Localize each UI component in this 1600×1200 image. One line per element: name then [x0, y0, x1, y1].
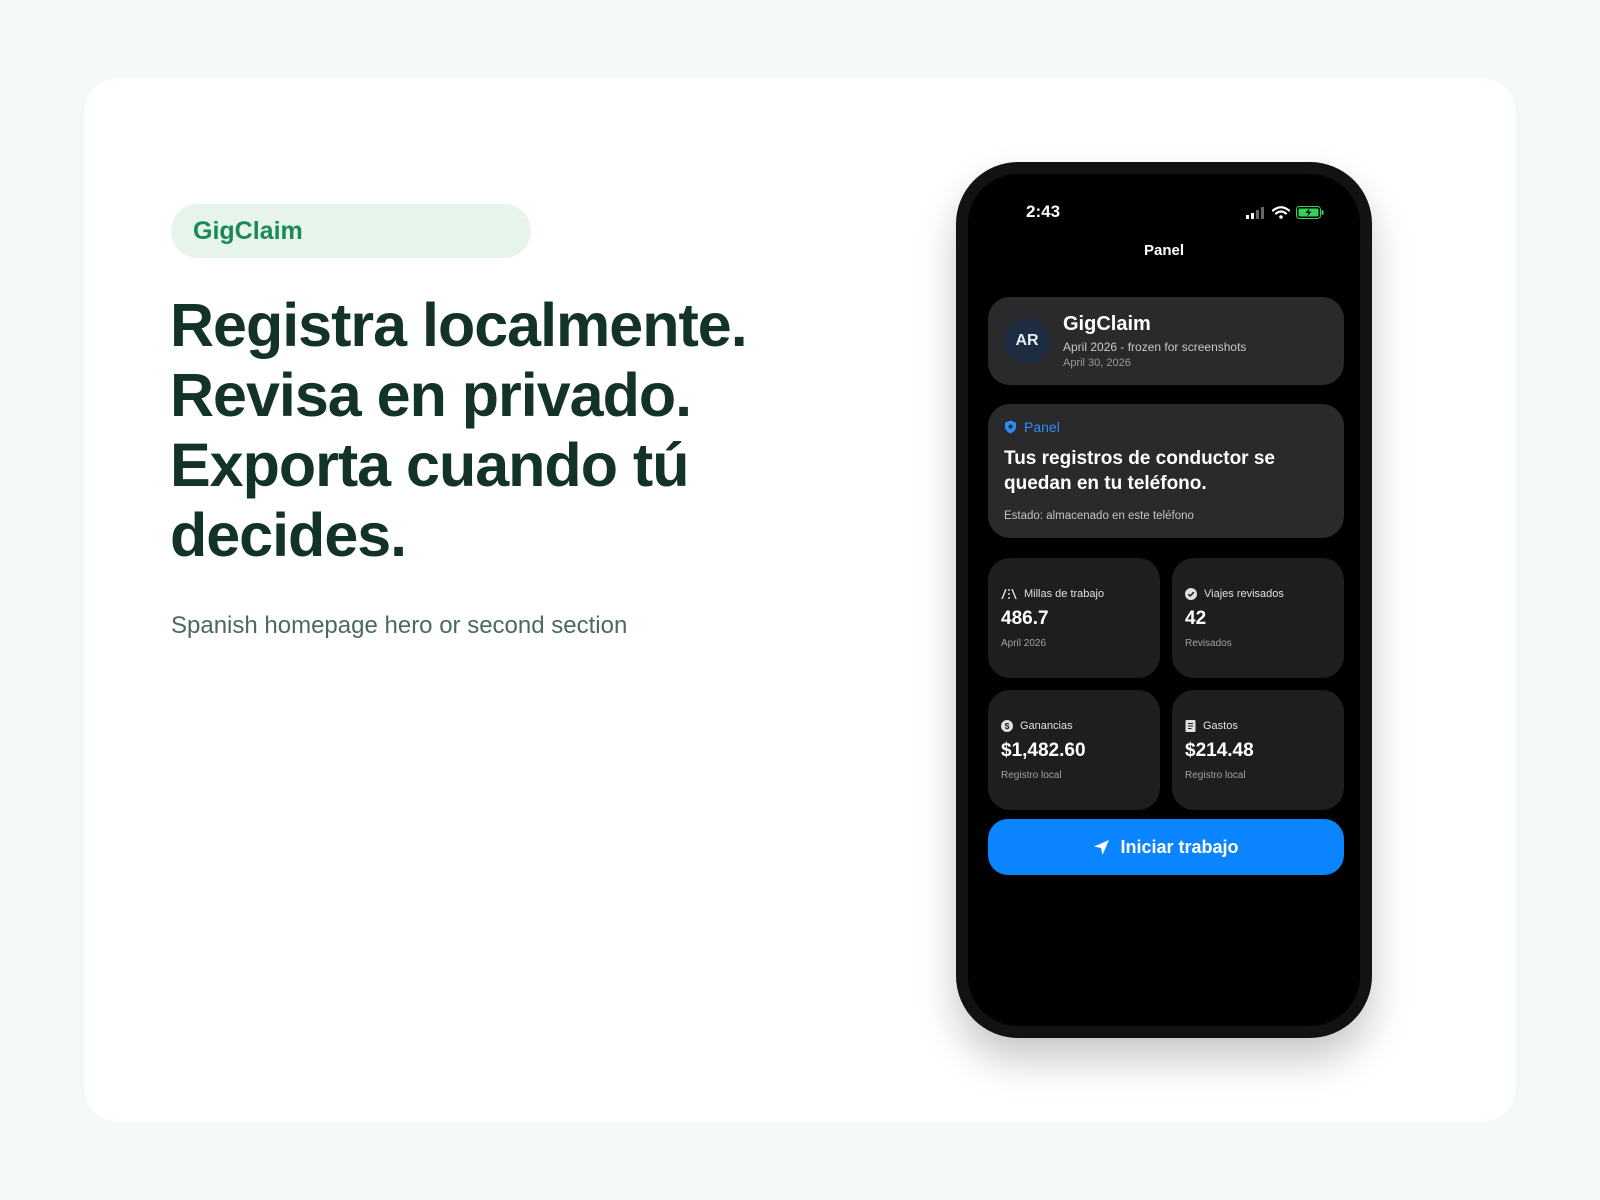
wifi-icon: [1272, 206, 1290, 219]
phone-mockup: 2:43 Panel AR GigClaim April 2026 - froz…: [956, 162, 1372, 1038]
start-work-label: Iniciar trabajo: [1120, 836, 1239, 857]
stat-sub: April 2026: [1001, 638, 1047, 649]
stat-label-text: Millas de trabajo: [1024, 588, 1105, 600]
start-work-button[interactable]: Iniciar trabajo: [988, 819, 1344, 875]
stat-sub: Registro local: [1185, 770, 1246, 781]
svg-text:$: $: [1005, 721, 1010, 731]
stat-card-trips[interactable]: Viajes revisados 42 Revisados: [1172, 558, 1344, 678]
phone-screen: 2:43 Panel AR GigClaim April 2026 - froz…: [968, 174, 1360, 1026]
receipt-icon: [1185, 720, 1196, 732]
nav-title: Panel: [1143, 242, 1185, 259]
hero-headline: Registra localmente. Revisa en privado. …: [170, 290, 870, 570]
stat-sub: Registro local: [1001, 770, 1062, 781]
stat-card-expenses[interactable]: Gastos $214.48 Registro local: [1172, 690, 1344, 810]
profile-name: GigClaim: [1063, 313, 1151, 335]
info-title: Tus registros de conductor se quedan en …: [1004, 448, 1275, 494]
stat-label: Millas de trabajo: [1001, 588, 1104, 600]
stat-label-text: Viajes revisados: [1204, 588, 1284, 600]
stat-value: 42: [1185, 608, 1207, 629]
stat-label: Viajes revisados: [1185, 588, 1284, 600]
status-time: 2:43: [1026, 202, 1061, 221]
brand-badge: GigClaim: [171, 204, 531, 258]
stat-sub: Revisados: [1185, 638, 1232, 649]
info-tag: Panel: [1004, 419, 1060, 435]
privacy-info-card: Panel Tus registros de conductor se qued…: [988, 404, 1344, 538]
stat-value: $1,482.60: [1001, 740, 1086, 761]
headline-line: Revisa en privado.: [170, 361, 692, 429]
headline-line: decides.: [170, 501, 407, 569]
dollar-circle-icon: $: [1001, 720, 1013, 732]
stat-label: Gastos: [1185, 720, 1238, 732]
signal-icon: [1246, 206, 1264, 219]
status-icons: [1246, 206, 1324, 219]
stat-label-text: Gastos: [1203, 720, 1238, 732]
info-tag-label: Panel: [1024, 419, 1060, 435]
stat-value: 486.7: [1001, 608, 1049, 629]
check-circle-icon: [1185, 588, 1197, 600]
battery-charging-icon: [1296, 206, 1324, 219]
profile-subtitle: April 2026 - frozen for screenshots: [1063, 340, 1247, 354]
profile-date: April 30, 2026: [1063, 357, 1131, 369]
stat-label-text: Ganancias: [1020, 720, 1073, 732]
avatar: AR: [1004, 318, 1050, 364]
road-icon: [1001, 589, 1017, 599]
hero-subtitle: Spanish homepage hero or second section: [171, 612, 628, 639]
stat-card-earnings[interactable]: $ Ganancias $1,482.60 Registro local: [988, 690, 1160, 810]
profile-card[interactable]: AR GigClaim April 2026 - frozen for scre…: [988, 297, 1344, 385]
headline-line: Exporta cuando tú: [170, 431, 689, 499]
stat-card-miles[interactable]: Millas de trabajo 486.7 April 2026: [988, 558, 1160, 678]
shield-icon: [1005, 420, 1016, 434]
info-status: Estado: almacenado en este teléfono: [1004, 510, 1194, 522]
stat-label: $ Ganancias: [1001, 720, 1073, 732]
location-arrow-icon: [1094, 839, 1110, 855]
headline-line: Registra localmente.: [170, 291, 748, 359]
stat-value: $214.48: [1185, 740, 1254, 761]
